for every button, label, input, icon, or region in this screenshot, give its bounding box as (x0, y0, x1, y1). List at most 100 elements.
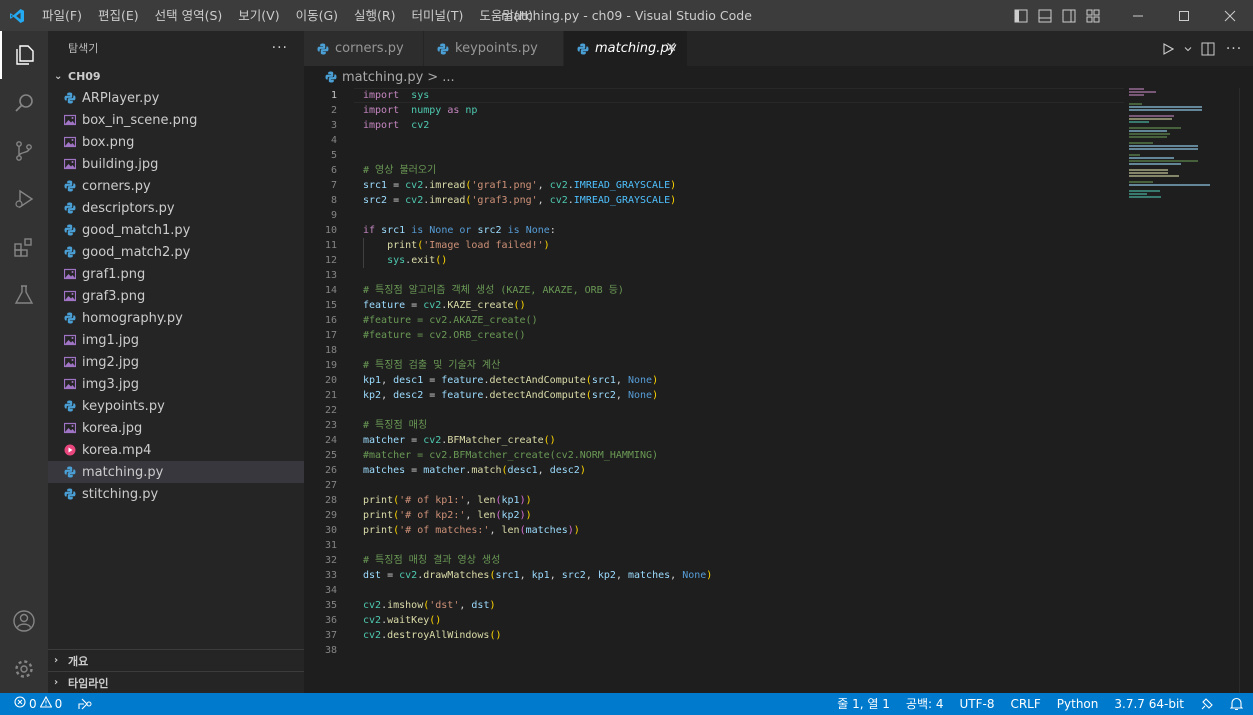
file-item[interactable]: homography.py (48, 307, 304, 329)
accounts-icon[interactable] (0, 597, 48, 645)
timeline-section[interactable]: › 타임라인 (48, 671, 304, 693)
file-item[interactable]: box_in_scene.png (48, 109, 304, 131)
code-editor[interactable]: 1 2 3 4 5 6 7 8 9 10 11 12 13 14 15 16 17 18 19 20 21 22 23 24 2… (304, 88, 1253, 693)
code-line: # 특징점 검출 및 기술자 계산 (363, 360, 501, 371)
problems-indicator[interactable]: 0 0 (10, 693, 70, 715)
menu-item[interactable]: 선택 영역(S) (147, 0, 231, 31)
folder-ch09[interactable]: ⌄ CH09 (48, 65, 304, 87)
menu-item[interactable]: 실행(R) (346, 0, 403, 31)
code-line: feature = cv2.KAZE_create() (363, 300, 526, 311)
explorer-icon[interactable] (0, 31, 48, 79)
notifications-bell-icon[interactable] (1222, 693, 1253, 715)
python-file-icon (63, 465, 77, 479)
file-item[interactable]: korea.mp4 (48, 439, 304, 461)
maximize-icon[interactable] (1161, 0, 1207, 31)
search-icon[interactable] (0, 79, 48, 127)
file-item[interactable]: img3.jpg (48, 373, 304, 395)
tab-corners-py[interactable]: corners.py (304, 31, 424, 66)
more-actions-icon[interactable]: ··· (1221, 31, 1247, 66)
line-number: 12 (324, 255, 337, 266)
customize-layout-icon[interactable] (1081, 0, 1105, 31)
file-label: building.jpg (82, 156, 159, 172)
minimap-line (1129, 163, 1181, 165)
image-file-icon (63, 289, 77, 303)
close-window-icon[interactable] (1207, 0, 1253, 31)
file-item[interactable]: good_match2.py (48, 241, 304, 263)
minimap[interactable] (1129, 88, 1239, 288)
menu-item[interactable]: 터미널(T) (404, 0, 472, 31)
tab-keypoints-py[interactable]: keypoints.py (424, 31, 564, 66)
file-item[interactable]: box.png (48, 131, 304, 153)
folder-label: CH09 (68, 69, 101, 83)
language-mode[interactable]: Python (1049, 693, 1107, 715)
image-file-icon (63, 421, 77, 435)
extensions-icon[interactable] (0, 223, 48, 271)
toggle-secondary-sidebar-icon[interactable] (1057, 0, 1081, 31)
source-control-icon[interactable] (0, 127, 48, 175)
menu-item[interactable]: 보기(V) (230, 0, 287, 31)
code-line: kp2, desc2 = feature.detectAndCompute(sr… (363, 390, 659, 401)
file-item[interactable]: good_match1.py (48, 219, 304, 241)
line-number: 24 (324, 435, 337, 446)
indentation[interactable]: 공백: 4 (898, 693, 952, 715)
line-number: 5 (330, 150, 337, 161)
line-number: 38 (324, 645, 337, 656)
file-item[interactable]: graf3.png (48, 285, 304, 307)
chevron-right-icon: › (54, 677, 59, 688)
minimap-line (1129, 190, 1160, 192)
split-editor-icon[interactable] (1195, 31, 1221, 66)
file-item[interactable]: corners.py (48, 175, 304, 197)
end-of-line[interactable]: CRLF (1002, 693, 1048, 715)
cursor-position[interactable]: 줄 1, 열 1 (829, 693, 898, 715)
manage-gear-icon[interactable] (0, 645, 48, 693)
file-item[interactable]: graf1.png (48, 263, 304, 285)
code-lines: import sys import numpy as np import cv2 # … (363, 88, 1123, 658)
run-debug-icon[interactable] (0, 175, 48, 223)
file-item[interactable]: korea.jpg (48, 417, 304, 439)
minimap-line (1129, 127, 1181, 129)
file-item[interactable]: keypoints.py (48, 395, 304, 417)
run-python-file-icon[interactable] (1155, 31, 1181, 66)
testing-flask-icon[interactable] (0, 271, 48, 319)
image-file-icon (63, 355, 77, 369)
code-line: matches = matcher.match(desc1, desc2) (363, 465, 586, 476)
file-item[interactable]: img2.jpg (48, 351, 304, 373)
menu-item[interactable]: 도움말(H) (471, 0, 541, 31)
file-label: descriptors.py (82, 200, 175, 216)
file-item[interactable]: ARPlayer.py (48, 87, 304, 109)
file-item[interactable]: building.jpg (48, 153, 304, 175)
line-number: 31 (324, 540, 337, 551)
file-item[interactable]: stitching.py (48, 483, 304, 505)
encoding[interactable]: UTF-8 (951, 693, 1002, 715)
menu-item[interactable]: 이동(G) (288, 0, 346, 31)
line-number: 26 (324, 465, 337, 476)
more-actions-icon[interactable]: ··· (272, 40, 288, 56)
vertical-scrollbar[interactable] (1239, 88, 1253, 693)
activity-bar (0, 31, 48, 693)
menu-item[interactable]: 편집(E) (90, 0, 147, 31)
outline-section[interactable]: › 개요 (48, 649, 304, 671)
live-share-icon[interactable] (70, 693, 100, 715)
chevron-down-icon[interactable] (1181, 31, 1195, 66)
file-item[interactable]: matching.py (48, 461, 304, 483)
file-item[interactable]: descriptors.py (48, 197, 304, 219)
toggle-primary-sidebar-icon[interactable] (1009, 0, 1033, 31)
breadcrumb-symbol[interactable]: ... (442, 70, 454, 85)
file-item[interactable]: img1.jpg (48, 329, 304, 351)
close-icon[interactable]: ✕ (665, 40, 677, 56)
python-interpreter[interactable]: 3.7.7 64-bit (1106, 693, 1192, 715)
minimap-line (1129, 145, 1198, 147)
tab-matching-py[interactable]: matching.py ✕ (564, 31, 688, 66)
image-file-icon (63, 333, 77, 347)
toggle-panel-icon[interactable] (1033, 0, 1057, 31)
breadcrumb-file[interactable]: matching.py (342, 70, 423, 85)
line-numbers: 1 2 3 4 5 6 7 8 9 10 11 12 13 14 15 16 17 18 19 20 21 22 23 24 2… (304, 88, 354, 658)
feedback-icon[interactable] (1192, 693, 1222, 715)
line-number: 25 (324, 450, 337, 461)
error-count: 0 (29, 697, 37, 711)
code-line: cv2.imshow('dst', dst) (363, 600, 496, 611)
minimize-icon[interactable] (1115, 0, 1161, 31)
menu-item[interactable]: 파일(F) (34, 0, 90, 31)
